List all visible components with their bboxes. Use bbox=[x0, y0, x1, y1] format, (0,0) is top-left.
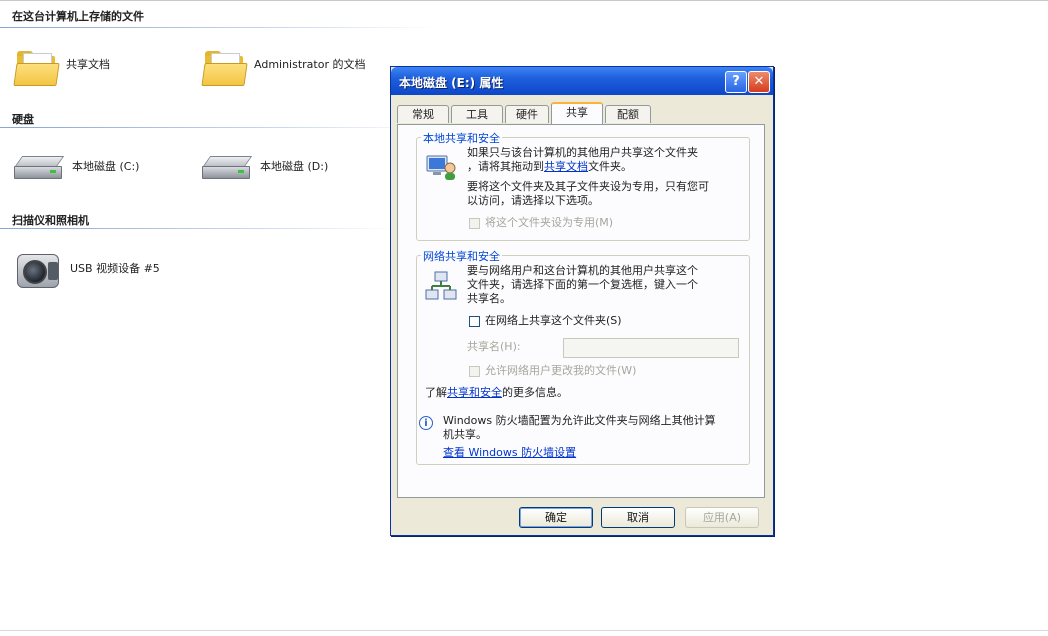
item-label: 共享文档 bbox=[66, 58, 110, 71]
share-on-network-label: 在网络上共享这个文件夹(S) bbox=[485, 314, 622, 327]
window-top-edge bbox=[0, 0, 1048, 5]
computer-users-icon bbox=[426, 155, 456, 180]
dialog-titlebar[interactable]: 本地磁盘 (E:) 属性 ? ✕ bbox=[391, 67, 773, 95]
hard-drive-icon bbox=[13, 154, 65, 180]
firewall-settings-link[interactable]: 查看 Windows 防火墙设置 bbox=[443, 446, 576, 460]
shared-documents-link[interactable]: 共享文档 bbox=[544, 160, 588, 173]
cancel-button[interactable]: 取消 bbox=[601, 507, 675, 528]
section-divider bbox=[0, 127, 440, 128]
drive-local-disk-d[interactable]: 本地磁盘 (D:) bbox=[201, 154, 329, 180]
network-sharing-title: 网络共享和安全 bbox=[421, 248, 502, 264]
section-header-hard-drives: 硬盘 bbox=[12, 113, 34, 126]
tab-quota[interactable]: 配额 bbox=[605, 105, 651, 123]
local-sharing-group: 本地共享和安全 如果只与该台计算机的其他用户共享这个文件夹 ，请将其拖动到共享文… bbox=[416, 130, 750, 241]
dialog-title: 本地磁盘 (E:) 属性 bbox=[399, 76, 504, 90]
folder-administrator-documents[interactable]: Administrator 的文档 bbox=[201, 45, 374, 86]
properties-dialog: 本地磁盘 (E:) 属性 ? ✕ 常规 工具 硬件 共享 配额 本地共享和安全 … bbox=[390, 66, 774, 536]
share-name-input[interactable] bbox=[563, 338, 739, 358]
share-on-network-checkbox[interactable] bbox=[469, 316, 480, 327]
window-bottom-edge bbox=[0, 630, 1048, 631]
close-button[interactable]: ✕ bbox=[748, 71, 770, 93]
learn-more-text: 了解共享和安全的更多信息。 bbox=[425, 386, 568, 399]
folder-icon bbox=[201, 45, 248, 86]
section-header-scanners-cameras: 扫描仪和照相机 bbox=[12, 214, 89, 227]
firewall-text: Windows 防火墙配置为允许此文件夹与网络上其他计算 机共享。 bbox=[443, 414, 716, 441]
local-sharing-text: 如果只与该台计算机的其他用户共享这个文件夹 ，请将其拖动到共享文档文件夹。 bbox=[467, 146, 698, 173]
network-sharing-text: 要与网络用户和这台计算机的其他用户共享这个 文件夹，请选择下面的第一个复选框，键… bbox=[467, 264, 698, 305]
allow-change-label: 允许网络用户更改我的文件(W) bbox=[485, 364, 637, 377]
help-button[interactable]: ? bbox=[725, 71, 747, 93]
item-label: 本地磁盘 (C:) bbox=[72, 160, 140, 173]
tab-hardware[interactable]: 硬件 bbox=[505, 105, 549, 123]
ok-button[interactable]: 确定 bbox=[519, 507, 593, 528]
apply-button[interactable]: 应用(A) bbox=[685, 507, 759, 528]
tab-tools[interactable]: 工具 bbox=[451, 105, 503, 123]
make-private-label: 将这个文件夹设为专用(M) bbox=[485, 216, 614, 229]
local-sharing-title: 本地共享和安全 bbox=[421, 130, 502, 146]
tab-sharing[interactable]: 共享 bbox=[551, 102, 603, 124]
item-label: Administrator 的文档 bbox=[254, 58, 366, 71]
camera-icon bbox=[14, 248, 62, 290]
item-label: USB 视频设备 #5 bbox=[70, 262, 160, 275]
sharing-security-link[interactable]: 共享和安全 bbox=[447, 386, 502, 399]
info-icon: i bbox=[419, 416, 433, 430]
private-folder-text: 要将这个文件夹及其子文件夹设为专用，只有您可 以访问，请选择以下选项。 bbox=[467, 180, 709, 207]
folder-icon bbox=[13, 45, 60, 86]
folder-shared-documents[interactable]: 共享文档 bbox=[13, 45, 110, 86]
network-sharing-group: 网络共享和安全 要与网络用户和这台计算机的其他用户共享这个 文件夹，请选择下面的… bbox=[416, 248, 750, 465]
network-share-icon bbox=[425, 271, 457, 300]
drive-local-disk-c[interactable]: 本地磁盘 (C:) bbox=[13, 154, 140, 180]
allow-change-checkbox[interactable] bbox=[469, 366, 480, 377]
hard-drive-icon bbox=[201, 154, 253, 180]
device-usb-video[interactable]: USB 视频设备 #5 bbox=[14, 248, 160, 290]
section-divider bbox=[0, 228, 400, 229]
make-private-checkbox[interactable] bbox=[469, 218, 480, 229]
sharing-panel: 本地共享和安全 如果只与该台计算机的其他用户共享这个文件夹 ，请将其拖动到共享文… bbox=[397, 124, 765, 498]
section-divider bbox=[0, 27, 440, 28]
tab-general[interactable]: 常规 bbox=[397, 105, 449, 123]
share-name-label: 共享名(H): bbox=[467, 340, 521, 353]
section-header-stored-files: 在这台计算机上存储的文件 bbox=[12, 10, 144, 23]
item-label: 本地磁盘 (D:) bbox=[260, 160, 329, 173]
